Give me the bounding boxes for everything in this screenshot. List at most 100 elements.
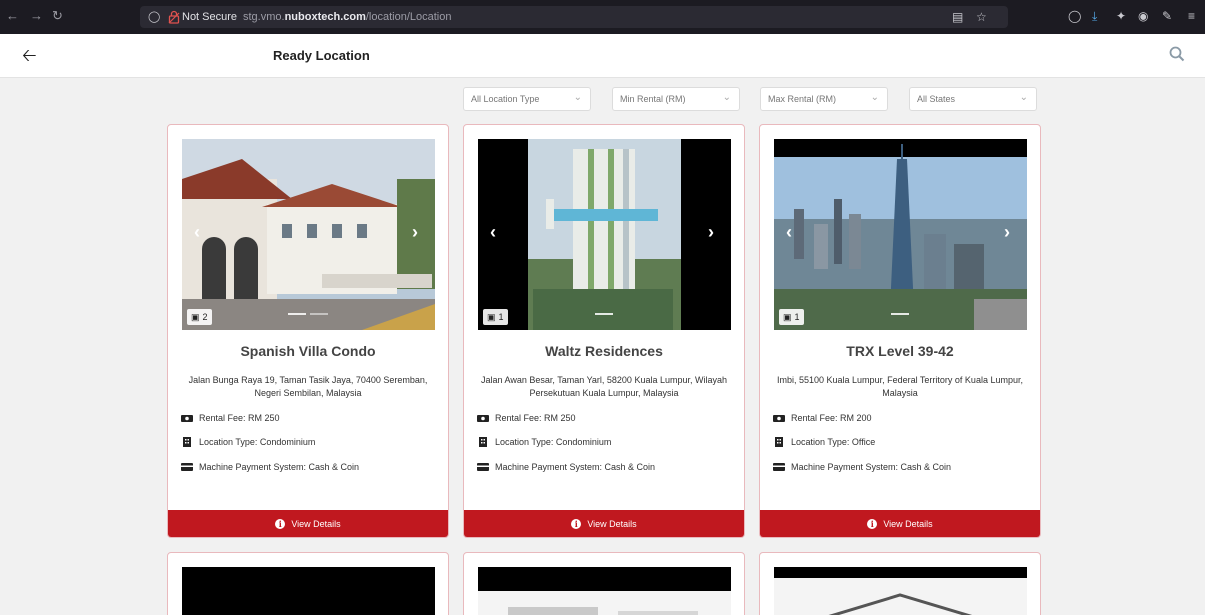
card-title: Waltz Residences: [545, 343, 663, 359]
location-card: ‹ › ▣ 2 Spanish Villa Condo Jalan Bunga …: [167, 124, 449, 538]
min-rental-select[interactable]: Min Rental (RM) ⌄: [612, 87, 740, 111]
location-type: Location Type: Condominium: [495, 437, 612, 447]
carousel-prev-icon[interactable]: ‹: [194, 221, 200, 243]
account-icon[interactable]: ◉: [1138, 9, 1148, 23]
location-photo[interactable]: ‹ › ▣ 1: [774, 139, 1027, 330]
location-photo[interactable]: ‹ › ▣ 1: [478, 139, 731, 330]
location-card: ‹ › ▣ 1 Waltz Residences Jalan Awan Besa…: [463, 124, 745, 538]
extensions-icon[interactable]: ✎: [1162, 9, 1172, 23]
card-address: Jalan Bunga Raya 19, Taman Tasik Jaya, 7…: [188, 375, 428, 398]
payment-system: Machine Payment System: Cash & Coin: [791, 462, 952, 472]
info-icon: i: [867, 518, 878, 529]
view-details-button[interactable]: i View Details: [464, 510, 744, 537]
browser-toolbar: ← → ↻ ◯ Not Secure stg.vmo.nuboxtech.com…: [0, 0, 1205, 34]
chevron-down-icon: ⌄: [722, 92, 731, 103]
view-details-button[interactable]: i View Details: [760, 510, 1040, 537]
cash-register-icon: [773, 463, 785, 471]
browser-forward-icon[interactable]: →: [30, 8, 43, 24]
photo-count: 1: [498, 312, 504, 322]
menu-icon[interactable]: ≡: [1188, 9, 1195, 23]
min-rental-select-label: Min Rental (RM): [620, 94, 686, 104]
browser-reload-icon[interactable]: ↻: [52, 8, 63, 24]
shield-icon[interactable]: ◯: [148, 9, 162, 25]
location-type-row: Location Type: Condominium: [477, 437, 611, 447]
chevron-down-icon: ⌄: [1019, 92, 1028, 103]
app-header: 🡠 Ready Location: [0, 34, 1205, 78]
location-card-partial: [759, 552, 1041, 615]
view-details-label: View Details: [587, 518, 637, 529]
browser-back-icon[interactable]: ←: [6, 8, 19, 24]
carousel-prev-icon[interactable]: ‹: [786, 221, 792, 243]
url-text[interactable]: stg.vmo.nuboxtech.com/location/Location: [243, 10, 452, 24]
payment-system: Machine Payment System: Cash & Coin: [199, 462, 360, 472]
building-icon: [479, 437, 487, 447]
download-icon[interactable]: ⤓: [1092, 9, 1097, 23]
max-rental-select[interactable]: Max Rental (RM) ⌄: [760, 87, 888, 111]
photo-count: 1: [794, 312, 800, 322]
location-photo[interactable]: [478, 567, 731, 615]
url-prefix: stg.vmo.: [243, 11, 285, 23]
card-title: TRX Level 39-42: [846, 343, 954, 359]
states-select[interactable]: All States ⌄: [909, 87, 1037, 111]
building-icon: [183, 437, 191, 447]
location-type-row: Location Type: Office: [773, 437, 875, 447]
location-type-select[interactable]: All Location Type ⌄: [463, 87, 591, 111]
carousel-indicator-active[interactable]: [595, 313, 613, 315]
address-bar[interactable]: ◯ Not Secure stg.vmo.nuboxtech.com/locat…: [140, 6, 1008, 28]
view-details-label: View Details: [291, 518, 341, 529]
view-details-label: View Details: [883, 518, 933, 529]
wrench-icon[interactable]: ✦: [1116, 9, 1126, 23]
money-icon: [181, 415, 193, 422]
url-path: /location/Location: [365, 11, 452, 23]
pocket-icon[interactable]: ◯: [1068, 9, 1081, 23]
location-card-partial: [167, 552, 449, 615]
card-address: Imbi, 55100 Kuala Lumpur, Federal Territ…: [777, 375, 1023, 398]
location-photo[interactable]: [774, 567, 1027, 615]
location-photo[interactable]: [182, 567, 435, 615]
carousel-indicator-active[interactable]: [288, 313, 306, 315]
payment-system-row: Machine Payment System: Cash & Coin: [477, 462, 655, 472]
rental-fee-row: Rental Fee: RM 200: [773, 413, 872, 423]
back-arrow-icon[interactable]: 🡠: [22, 45, 37, 65]
rental-fee-row: Rental Fee: RM 250: [181, 413, 280, 423]
reader-view-icon[interactable]: ▤: [952, 9, 963, 25]
payment-system-row: Machine Payment System: Cash & Coin: [773, 462, 951, 472]
payment-system-row: Machine Payment System: Cash & Coin: [181, 462, 359, 472]
url-domain: nuboxtech.com: [284, 11, 366, 23]
money-icon: [773, 415, 785, 422]
carousel-prev-icon[interactable]: ‹: [490, 221, 496, 243]
partial-photo-image: [774, 567, 1027, 615]
photo-count-badge: ▣ 2: [187, 309, 212, 325]
card-address: Jalan Awan Besar, Taman Yarl, 58200 Kual…: [481, 375, 727, 398]
page-title: Ready Location: [273, 48, 370, 63]
card-title: Spanish Villa Condo: [240, 343, 376, 359]
rental-fee: Rental Fee: RM 250: [199, 413, 280, 423]
rental-fee: Rental Fee: RM 200: [791, 413, 872, 423]
states-select-label: All States: [917, 94, 956, 104]
search-icon[interactable]: [1168, 45, 1186, 63]
building-icon: [775, 437, 783, 447]
location-card-partial: [463, 552, 745, 615]
info-icon: i: [571, 518, 582, 529]
camera-icon: ▣: [487, 312, 496, 322]
photo-count: 2: [202, 312, 208, 322]
carousel-next-icon[interactable]: ›: [708, 221, 714, 243]
chevron-down-icon: ⌄: [573, 92, 582, 103]
rental-fee: Rental Fee: RM 250: [495, 413, 576, 423]
not-secure-label[interactable]: Not Secure: [182, 10, 237, 24]
max-rental-select-label: Max Rental (RM): [768, 94, 837, 104]
carousel-indicator[interactable]: [310, 313, 328, 315]
carousel-indicator-active[interactable]: [891, 313, 909, 315]
cash-register-icon: [477, 463, 489, 471]
carousel-next-icon[interactable]: ›: [1004, 221, 1010, 243]
carousel-next-icon[interactable]: ›: [412, 221, 418, 243]
rental-fee-row: Rental Fee: RM 250: [477, 413, 576, 423]
bookmark-star-icon[interactable]: ☆: [976, 9, 987, 25]
info-icon: i: [275, 518, 286, 529]
payment-system: Machine Payment System: Cash & Coin: [495, 462, 656, 472]
skyline-photo-image: [774, 139, 1027, 330]
location-card: ‹ › ▣ 1 TRX Level 39-42 Imbi, 55100 Kual…: [759, 124, 1041, 538]
location-photo[interactable]: ‹ › ▣ 2: [182, 139, 435, 330]
lock-insecure-icon[interactable]: [168, 10, 180, 24]
view-details-button[interactable]: i View Details: [168, 510, 448, 537]
